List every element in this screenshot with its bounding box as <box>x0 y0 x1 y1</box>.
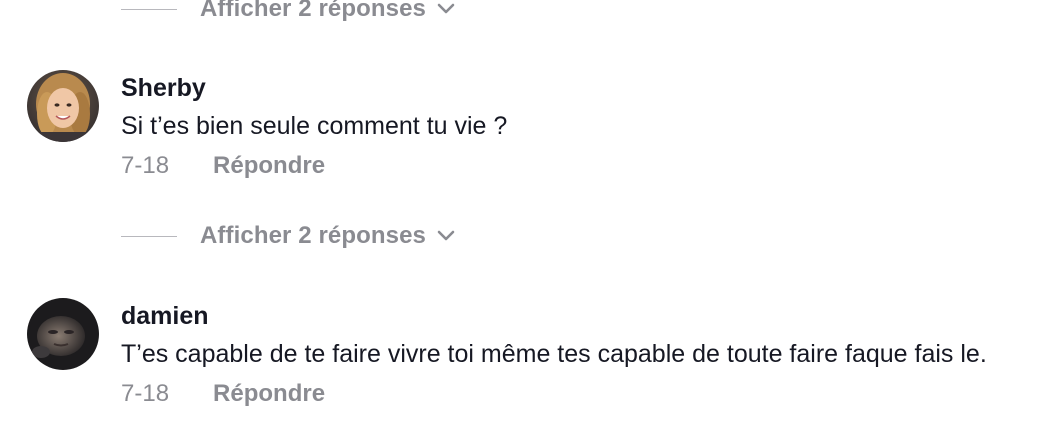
replies-divider <box>121 8 177 10</box>
reply-button[interactable]: Répondre <box>213 380 325 408</box>
chevron-down-icon <box>436 226 456 246</box>
comment-meta: 7-18 Répondre <box>121 152 325 180</box>
comment-meta: 7-18 Répondre <box>121 380 325 408</box>
comment-username[interactable]: Sherby <box>121 74 206 103</box>
view-replies-button[interactable]: Afficher 2 réponses <box>121 219 456 253</box>
chevron-down-icon <box>436 0 456 19</box>
view-replies-label: Afficher 2 réponses <box>200 0 426 22</box>
comment-username[interactable]: damien <box>121 302 209 331</box>
comment-text: T’es capable de te faire vivre toi même … <box>121 340 987 368</box>
replies-divider <box>121 235 177 237</box>
reply-button[interactable]: Répondre <box>213 152 325 180</box>
view-replies-button[interactable]: Afficher 2 réponses <box>121 0 456 26</box>
comment-date: 7-18 <box>121 380 170 407</box>
comment-text: Si t’es bien seule comment tu vie ? <box>121 112 508 140</box>
avatar[interactable] <box>27 70 99 142</box>
comment-date: 7-18 <box>121 152 170 179</box>
avatar[interactable] <box>27 298 99 370</box>
view-replies-label: Afficher 2 réponses <box>200 222 426 249</box>
